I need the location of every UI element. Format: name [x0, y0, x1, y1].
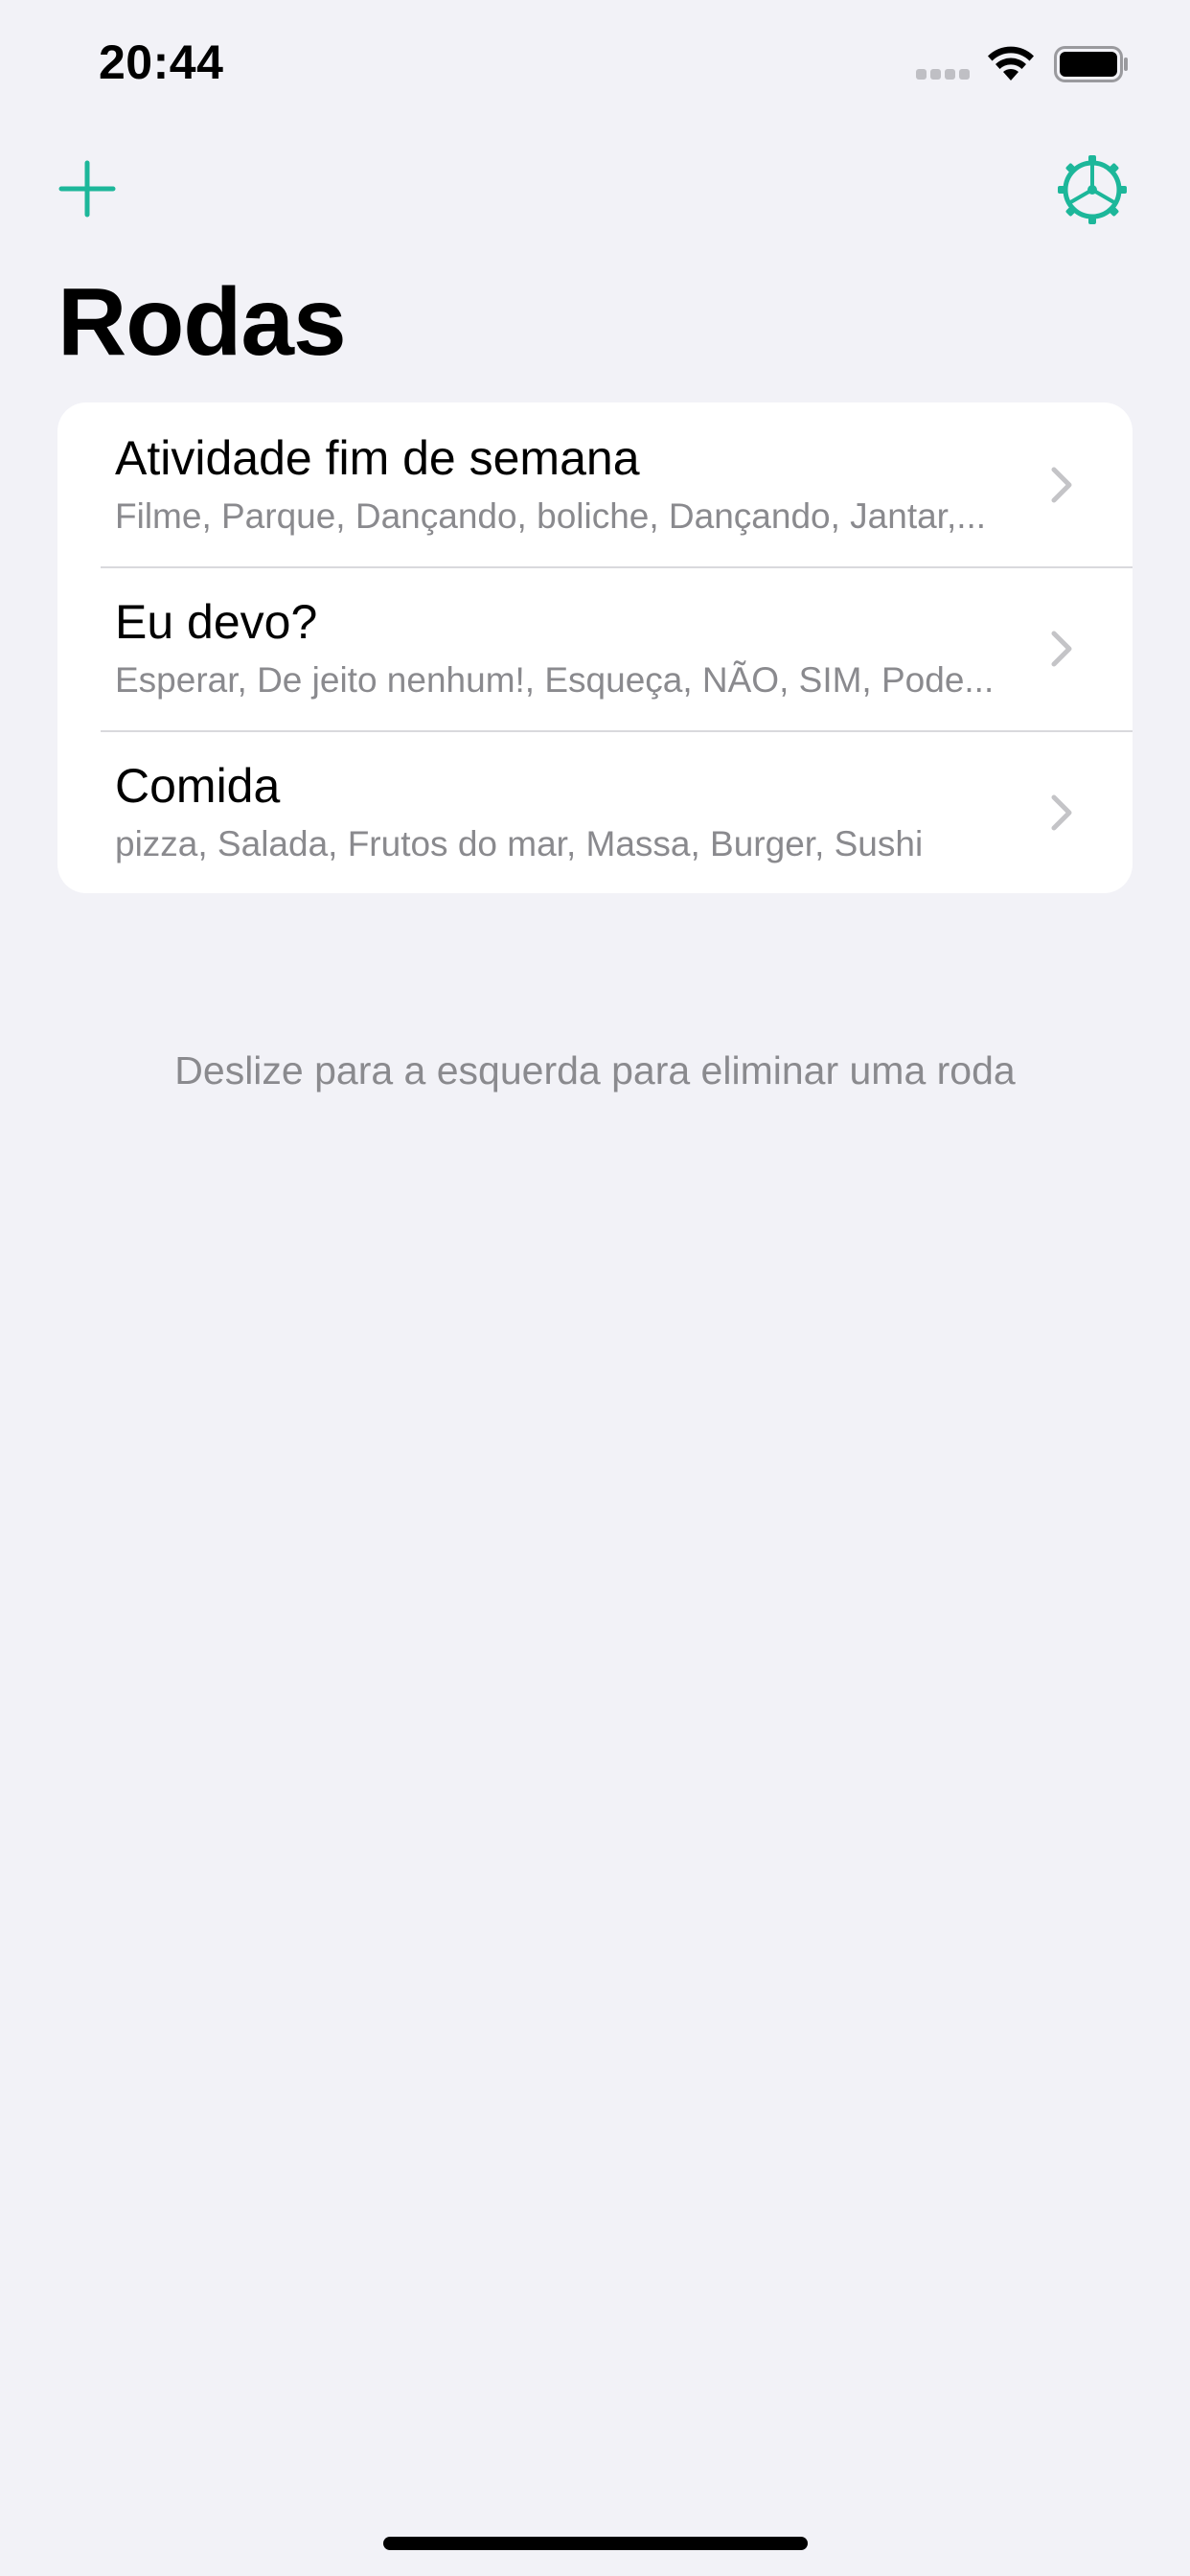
home-indicator[interactable] — [383, 2537, 808, 2550]
wheel-title: Eu devo? — [115, 595, 318, 649]
wifi-icon — [988, 46, 1034, 80]
wheel-options: pizza, Salada, Frutos do mar, Massa, Bur… — [115, 824, 924, 863]
list-item-wheel[interactable]: Comida pizza, Salada, Frutos do mar, Mas… — [57, 730, 1133, 893]
list-item-wheel[interactable]: Eu devo? Esperar, De jeito nenhum!, Esqu… — [57, 566, 1133, 730]
list-item-wheel[interactable]: Atividade fim de semana Filme, Parque, D… — [57, 402, 1133, 566]
chevron-right-icon — [1051, 794, 1072, 831]
wheel-options: Filme, Parque, Dançando, boliche, Dançan… — [115, 496, 987, 536]
cellular-signal-icon — [916, 69, 970, 80]
plus-icon — [58, 160, 116, 218]
settings-button[interactable] — [1056, 153, 1129, 226]
status-bar: 20:44 — [0, 0, 1190, 125]
swipe-hint: Deslize para a esquerda para eliminar um… — [174, 1048, 1016, 1092]
wheels-list: Atividade fim de semana Filme, Parque, D… — [57, 402, 1133, 893]
chevron-right-icon — [1051, 467, 1072, 503]
wheel-title: Atividade fim de semana — [115, 431, 640, 485]
wheel-options: Esperar, De jeito nenhum!, Esqueça, NÃO,… — [115, 660, 995, 700]
battery-icon — [1054, 46, 1128, 82]
wheel-gear-icon — [1058, 155, 1127, 224]
add-wheel-button[interactable] — [57, 159, 117, 218]
wheel-title: Comida — [115, 759, 281, 813]
page-title: Rodas — [57, 268, 347, 376]
status-time: 20:44 — [99, 35, 224, 89]
chevron-right-icon — [1051, 631, 1072, 667]
